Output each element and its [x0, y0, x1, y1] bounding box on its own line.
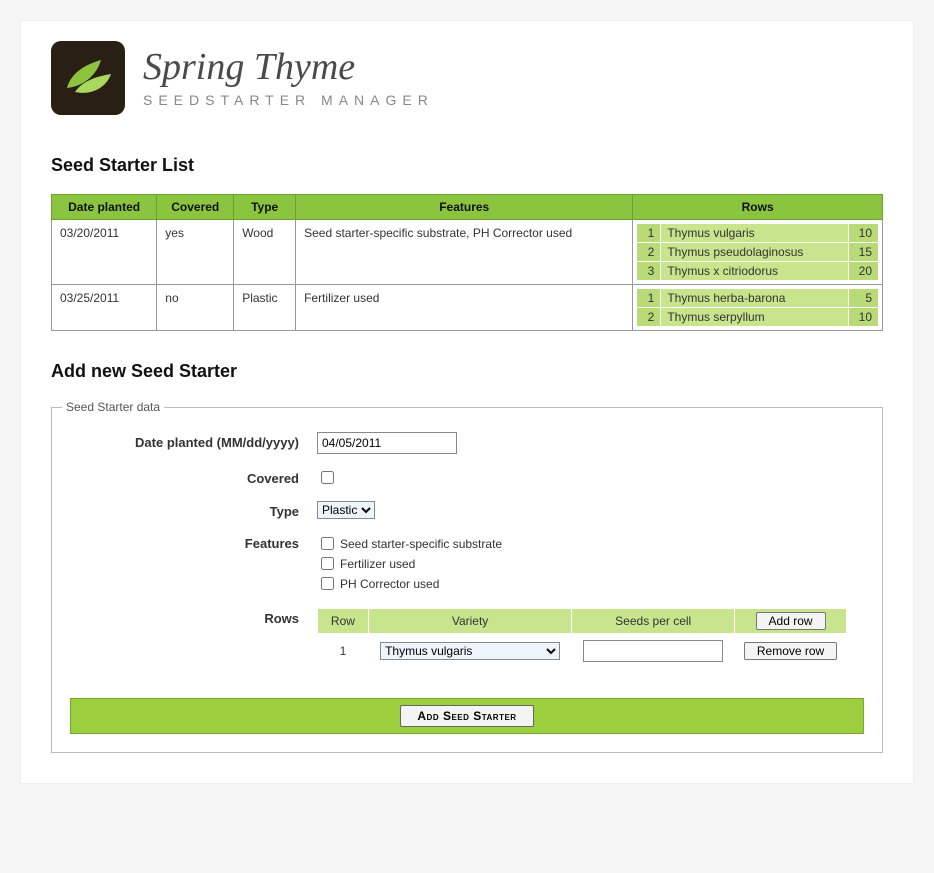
inner-cell: 2	[637, 308, 661, 327]
seed-starter-table: Date planted Covered Type Features Rows …	[51, 194, 883, 331]
inner-cell: Thymus herba-barona	[661, 289, 849, 308]
table-cell: Fertilizer used	[296, 285, 633, 331]
add-seed-starter-button[interactable]: Add Seed Starter	[400, 705, 533, 727]
table-row: 03/25/2011noPlasticFertilizer used1Thymu…	[52, 285, 883, 331]
seed-starter-fieldset: Seed Starter data Date planted (MM/dd/yy…	[51, 400, 883, 753]
inner-cell: 2	[637, 243, 661, 262]
inner-cell: 3	[637, 262, 661, 281]
table-cell: 03/20/2011	[52, 220, 157, 285]
row-number: 1	[318, 634, 369, 669]
table-cell: 03/25/2011	[52, 285, 157, 331]
table-cell: Plastic	[234, 285, 296, 331]
table-cell: Seed starter-specific substrate, PH Corr…	[296, 220, 633, 285]
feature-label: PH Corrector used	[340, 577, 439, 591]
brand-title: Spring Thyme	[143, 48, 434, 86]
inner-cell: 20	[849, 262, 879, 281]
rows-col-variety: Variety	[368, 609, 571, 634]
table-cell-rows: 1Thymus herba-barona5 2Thymus serpyllum10	[633, 285, 883, 331]
feature-checkbox[interactable]	[321, 537, 334, 550]
label-covered: Covered	[62, 468, 317, 486]
add-row-button[interactable]: Add row	[756, 612, 826, 630]
type-select[interactable]: PlasticWood	[317, 501, 375, 519]
add-section-title: Add new Seed Starter	[51, 361, 883, 382]
brand-text: Spring Thyme SEEDSTARTER MANAGER	[143, 48, 434, 108]
seeds-input[interactable]	[583, 640, 723, 662]
col-rows: Rows	[633, 195, 883, 220]
leaf-icon	[61, 58, 115, 98]
label-rows: Rows	[62, 608, 317, 626]
col-covered: Covered	[157, 195, 234, 220]
table-cell-rows: 1Thymus vulgaris10 2Thymus pseudolaginosu…	[633, 220, 883, 285]
table-cell: Wood	[234, 220, 296, 285]
rows-editor-table: Row Variety Seeds per cell Add row 1 Thym…	[317, 608, 847, 668]
inner-cell: Thymus pseudolaginosus	[661, 243, 849, 262]
table-cell: yes	[157, 220, 234, 285]
feature-checkbox[interactable]	[321, 577, 334, 590]
date-input[interactable]	[317, 432, 457, 454]
covered-checkbox[interactable]	[321, 471, 334, 484]
rows-col-row: Row	[318, 609, 369, 634]
feature-label: Seed starter-specific substrate	[340, 537, 502, 551]
inner-cell: 10	[849, 224, 879, 243]
col-date: Date planted	[52, 195, 157, 220]
table-cell: no	[157, 285, 234, 331]
brand-subtitle: SEEDSTARTER MANAGER	[143, 92, 434, 108]
col-type: Type	[234, 195, 296, 220]
inner-cell: Thymus serpyllum	[661, 308, 849, 327]
submit-bar: Add Seed Starter	[70, 698, 864, 734]
label-features: Features	[62, 533, 317, 551]
brand-header: Spring Thyme SEEDSTARTER MANAGER	[21, 41, 913, 125]
fieldset-legend: Seed Starter data	[62, 400, 164, 414]
inner-cell: Thymus x citriodorus	[661, 262, 849, 281]
inner-cell: 1	[637, 224, 661, 243]
page-container: Spring Thyme SEEDSTARTER MANAGER Seed St…	[20, 20, 914, 784]
list-section-title: Seed Starter List	[51, 155, 883, 176]
rows-col-addrow: Add row	[735, 609, 847, 634]
col-features: Features	[296, 195, 633, 220]
variety-select[interactable]: Thymus vulgarisThymus pseudolaginosusThy…	[380, 642, 560, 660]
table-row: 03/20/2011yesWoodSeed starter-specific s…	[52, 220, 883, 285]
feature-checkbox[interactable]	[321, 557, 334, 570]
brand-logo	[51, 41, 125, 115]
remove-row-button[interactable]: Remove row	[744, 642, 837, 660]
inner-cell: 15	[849, 243, 879, 262]
label-type: Type	[62, 501, 317, 519]
inner-cell: 1	[637, 289, 661, 308]
inner-cell: 10	[849, 308, 879, 327]
label-date: Date planted (MM/dd/yyyy)	[62, 432, 317, 450]
feature-label: Fertilizer used	[340, 557, 415, 571]
inner-cell: 5	[849, 289, 879, 308]
inner-cell: Thymus vulgaris	[661, 224, 849, 243]
rows-col-seeds: Seeds per cell	[572, 609, 735, 634]
